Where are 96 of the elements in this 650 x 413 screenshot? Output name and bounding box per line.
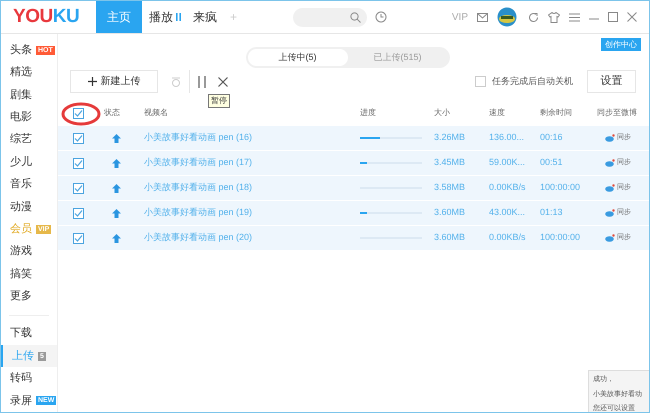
sidebar-item[interactable]: 游戏 <box>1 240 57 263</box>
weibo-icon <box>605 234 615 242</box>
column-header: 大小 <box>434 107 451 119</box>
settings-button[interactable]: 设置 <box>587 70 636 93</box>
sidebar-item[interactable]: 动漫 <box>1 196 57 218</box>
sidebar-item[interactable]: 转码 <box>1 367 57 390</box>
start-icon[interactable] <box>170 76 182 88</box>
search-icon <box>350 12 362 22</box>
column-header: 视频名 <box>144 107 169 119</box>
clock-icon[interactable] <box>375 11 388 23</box>
pause-icon <box>176 13 181 21</box>
segment-tab[interactable]: 上传中(5) <box>248 49 348 66</box>
sidebar-item[interactable]: 下载 <box>1 322 57 345</box>
sidebar-item[interactable]: 精选 <box>1 61 57 84</box>
plus-icon <box>88 77 96 86</box>
sidebar-label: 少儿 <box>10 154 32 170</box>
avatar-icon[interactable] <box>497 7 519 27</box>
sidebar-label: 综艺 <box>10 132 32 148</box>
checkbox[interactable] <box>475 76 486 87</box>
sidebar-item[interactable]: 剧集 <box>1 84 57 106</box>
sidebar-label: 搞笑 <box>10 266 32 282</box>
sidebar-item[interactable]: 音乐 <box>1 173 57 196</box>
nav-tab[interactable]: 来疯 <box>188 1 222 33</box>
upload-icon <box>112 234 121 242</box>
annotation-circle <box>62 102 100 126</box>
checkbox[interactable] <box>73 182 84 194</box>
pause-icon[interactable] <box>198 76 206 88</box>
checkbox[interactable] <box>73 208 84 218</box>
shirt-icon[interactable] <box>548 12 560 22</box>
nav-tab[interactable]: 播放 <box>142 1 188 33</box>
column-header: 进度 <box>360 107 377 119</box>
sidebar-label: 电影 <box>10 110 32 126</box>
video-name: 小美故事好看动画 pen (17) <box>144 156 254 170</box>
speed-cell-text: 0.00KB/s <box>489 231 527 244</box>
upload-icon <box>112 208 121 218</box>
weibo-icon <box>605 134 615 142</box>
speed-cell-text: 136.00... <box>489 131 526 144</box>
sidebar-label: 动漫 <box>10 200 32 215</box>
upload-icon <box>112 158 121 168</box>
sidebar-label: 上传 <box>12 348 34 364</box>
size-cell-text: 3.60MB <box>434 206 466 220</box>
size-cell-text: 3.26MB <box>434 131 466 144</box>
column-header: 状态 <box>104 107 120 119</box>
mail-icon[interactable] <box>477 12 488 22</box>
sidebar-label: 头条 <box>10 42 32 58</box>
video-name: 小美故事好看动画 pen (19) <box>144 206 254 220</box>
sidebar-item[interactable]: 搞笑 <box>1 262 57 286</box>
close-icon[interactable] <box>627 12 637 22</box>
checkbox[interactable] <box>73 132 84 144</box>
sidebar-label: 会员 <box>10 222 32 237</box>
sidebar-label: 游戏 <box>10 244 32 260</box>
column-header: 速度 <box>489 107 506 119</box>
remaining-cell-text: 100:00:00 <box>540 231 582 244</box>
sidebar-item[interactable]: 少儿 <box>1 150 57 174</box>
logo: YOUKU <box>12 4 80 29</box>
speed-cell-text: 0.00KB/s <box>489 181 527 194</box>
remaining-cell-text: 00:16 <box>540 131 564 144</box>
weibo-icon <box>605 159 615 167</box>
weibo-icon <box>605 209 615 217</box>
sidebar-label: 音乐 <box>10 176 32 192</box>
sidebar-label: 剧集 <box>10 88 32 103</box>
sidebar-label: 下载 <box>10 326 32 342</box>
size-cell-text: 3.45MB <box>434 156 466 170</box>
sidebar-label: 更多 <box>10 289 32 304</box>
video-name: 小美故事好看动画 pen (20) <box>144 231 254 244</box>
video-name: 小美故事好看动画 pen (16) <box>144 131 254 144</box>
tooltip: 暂停 <box>208 94 230 108</box>
size-cell-text: 3.58MB <box>434 181 466 194</box>
sidebar-item[interactable]: 更多 <box>1 285 57 308</box>
column-header: 剩余时间 <box>540 107 573 119</box>
maximize-icon[interactable] <box>608 12 618 22</box>
sidebar-item[interactable]: 综艺 <box>1 128 57 151</box>
speed-cell-text: 59.00K... <box>489 156 526 170</box>
close-icon[interactable] <box>218 76 228 86</box>
menu-icon[interactable] <box>569 12 580 22</box>
sidebar-label: 录屏 <box>10 394 32 409</box>
speed-cell-text: 43.00K... <box>489 206 526 220</box>
sidebar-label: 转码 <box>10 371 32 386</box>
checkbox[interactable] <box>73 158 84 168</box>
refresh-icon[interactable] <box>528 12 539 22</box>
shutdown-label: 任务完成后自动关机 <box>492 74 573 88</box>
search-field[interactable] <box>293 8 368 26</box>
checkbox[interactable] <box>73 232 84 244</box>
weibo-icon <box>605 184 615 192</box>
video-name: 小美故事好看动画 pen (18) <box>144 181 254 194</box>
size-cell-text: 3.60MB <box>434 231 466 244</box>
remaining-cell-text: 100:00:00 <box>540 181 582 194</box>
checkbox[interactable] <box>73 108 84 118</box>
column-header: 同步至微博 <box>597 107 638 119</box>
new-upload-button[interactable]: 新建上传 <box>70 70 158 93</box>
sidebar-item[interactable]: 电影 <box>1 106 57 128</box>
upload-icon <box>112 184 121 192</box>
sidebar-label: 精选 <box>10 65 32 80</box>
remaining-cell-text: 00:51 <box>540 156 564 170</box>
upload-icon <box>112 134 121 142</box>
remaining-cell-text: 01:13 <box>540 206 564 220</box>
